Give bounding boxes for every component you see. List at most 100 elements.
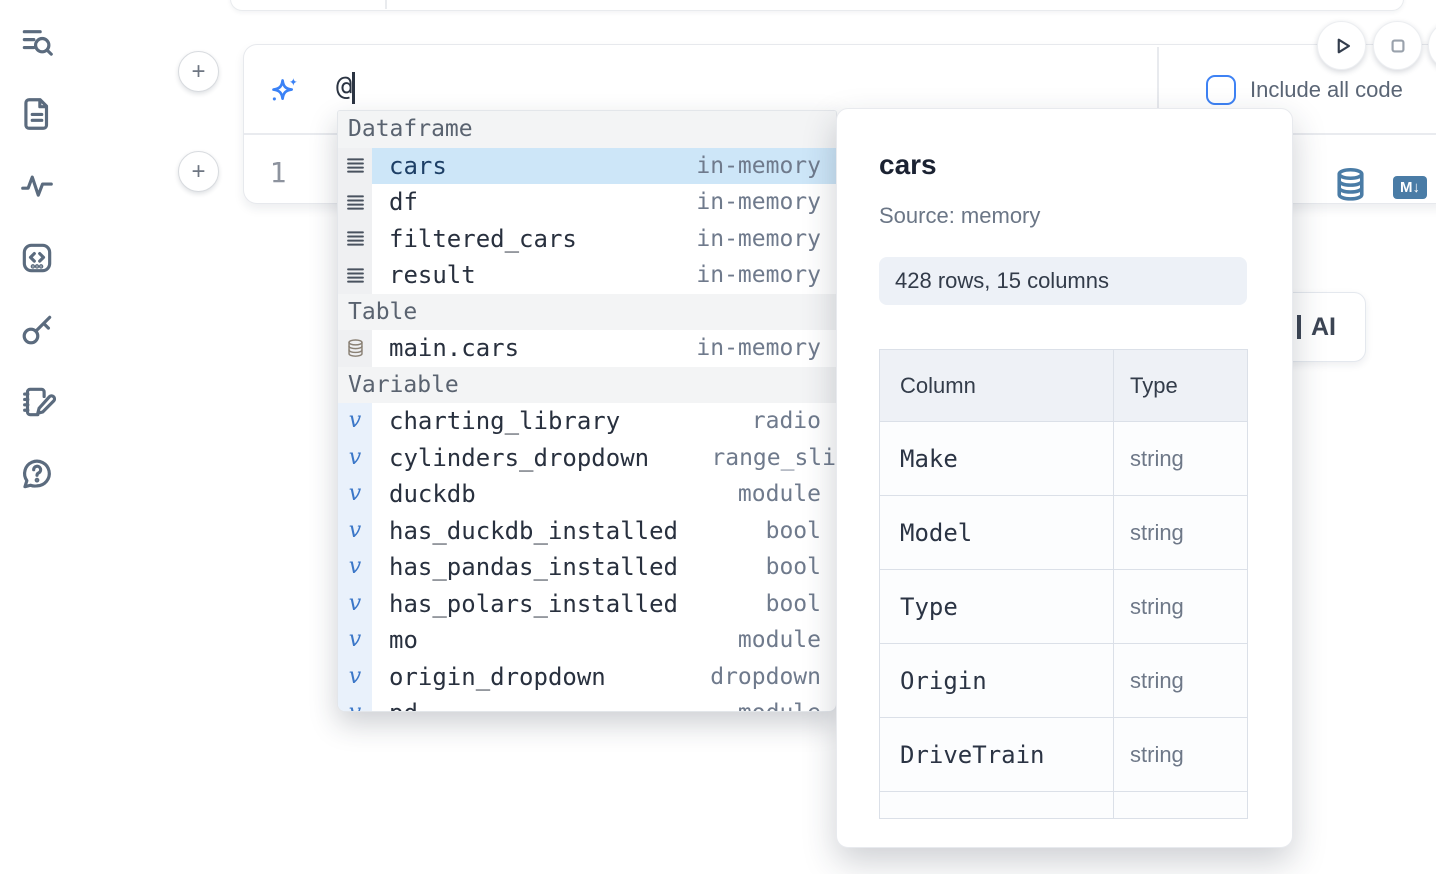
help-icon[interactable]	[17, 454, 57, 494]
autocomplete-item-type: dropdown	[710, 664, 836, 690]
scratchpad-icon[interactable]	[17, 382, 57, 422]
autocomplete-item-name: origin_dropdown	[389, 663, 606, 691]
autocomplete-item-type: in-memory	[696, 226, 836, 252]
variable-icon: v	[349, 702, 361, 712]
autocomplete-item[interactable]: filtered_carsin-memory	[338, 221, 836, 258]
table-icon	[338, 330, 372, 367]
variable-icon: v	[338, 622, 372, 659]
autocomplete-item-name: df	[389, 188, 418, 216]
schema-column-type	[1114, 792, 1247, 819]
include-all-code-toggle[interactable]: Include all code	[1206, 75, 1403, 105]
variable-icon: v	[349, 629, 361, 651]
autocomplete-item[interactable]: carsin-memory	[338, 148, 836, 185]
autocomplete-section-header: Dataframe	[338, 111, 836, 148]
autocomplete-item-type: in-memory	[696, 189, 836, 215]
schema-column-type: string	[1114, 496, 1247, 569]
autocomplete-item[interactable]: vhas_duckdb_installedbool	[338, 513, 836, 550]
variable-icon: v	[349, 520, 361, 542]
autocomplete-item-name: duckdb	[389, 480, 476, 508]
schema-table-row: Modelstring	[880, 496, 1247, 570]
add-cell-button[interactable]: +	[178, 151, 219, 192]
autocomplete-item-name: has_polars_installed	[389, 590, 678, 618]
autocomplete-item-name: has_pandas_installed	[389, 553, 678, 581]
dataframe-preview-panel: cars Source: memory 428 rows, 15 columns…	[836, 108, 1293, 848]
list-search-icon[interactable]	[17, 22, 57, 62]
key-icon[interactable]	[17, 310, 57, 350]
variable-icon: v	[338, 549, 372, 586]
autocomplete-item-type: in-memory	[696, 153, 836, 179]
dataframe-icon	[338, 257, 372, 294]
preview-shape-badge: 428 rows, 15 columns	[879, 257, 1247, 305]
schema-table-row: Typestring	[880, 570, 1247, 644]
dataframe-icon	[338, 184, 372, 221]
play-icon	[1329, 33, 1355, 59]
autocomplete-item-type: bool	[766, 554, 836, 580]
autocomplete-item[interactable]: resultin-memory	[338, 257, 836, 294]
document-icon[interactable]	[17, 94, 57, 134]
autocomplete-item-type: in-memory	[696, 335, 836, 361]
schema-column-type: string	[1114, 644, 1247, 717]
autocomplete-item[interactable]: vpdmodule	[338, 695, 836, 712]
autocomplete-item-type: module	[738, 481, 836, 507]
autocomplete-item-name: main.cars	[389, 334, 519, 362]
autocomplete-item[interactable]: df in-memory	[338, 184, 836, 221]
autocomplete-item[interactable]: main.cars in-memory	[338, 330, 836, 367]
autocomplete-item[interactable]: v has_pandas_installed bool	[338, 549, 836, 586]
autocomplete-item[interactable]: v origin_dropdown dropdown	[338, 659, 836, 696]
schema-column-name: DriveTrain	[880, 718, 1114, 791]
cell-actions: M↓	[1334, 167, 1427, 208]
schema-column-type: string	[1114, 570, 1247, 643]
autocomplete-item-name: charting_library	[389, 407, 620, 435]
autocomplete-item[interactable]: vcharting_libraryradio	[338, 403, 836, 440]
include-all-code-checkbox[interactable]	[1206, 75, 1236, 105]
autocomplete-item[interactable]: v cylinders_dropdown range_sli	[338, 440, 836, 477]
schema-table: ColumnTypeMakestringModelstringTypestrin…	[879, 349, 1248, 819]
schema-table-header-row: ColumnType	[880, 350, 1247, 422]
add-cell-button[interactable]: +	[178, 51, 219, 92]
ai-button-label: AI	[1311, 313, 1336, 342]
previous-cell-edge	[230, 0, 1404, 11]
autocomplete-item-type: module	[738, 627, 836, 653]
sparkles-icon	[267, 74, 301, 108]
autocomplete-item-name: cylinders_dropdown	[389, 444, 649, 472]
variable-icon: v	[349, 447, 361, 469]
variable-icon: v	[349, 556, 361, 578]
dataframe-icon	[338, 148, 372, 185]
autocomplete-item-name: pd	[389, 699, 418, 712]
stop-button[interactable]	[1373, 21, 1422, 70]
variable-icon: v	[338, 695, 372, 712]
preview-title: cars	[879, 149, 937, 181]
text-caret	[352, 72, 355, 104]
run-cell-button[interactable]	[1317, 21, 1366, 70]
previous-cell-gutter-divider	[385, 0, 387, 9]
clipped-label-fragment	[1297, 315, 1301, 339]
ai-prompt-input[interactable]: @	[336, 71, 352, 102]
autocomplete-section-header: Variable	[338, 367, 836, 404]
schema-column-name: Type	[880, 570, 1114, 643]
code-snippet-icon[interactable]	[17, 238, 57, 278]
include-all-code-label: Include all code	[1250, 77, 1403, 103]
variable-icon: v	[349, 666, 361, 688]
autocomplete-section-header: Table	[338, 294, 836, 331]
variable-icon: v	[338, 476, 372, 513]
autocomplete-item-name: mo	[389, 626, 418, 654]
schema-column-type: string	[1114, 422, 1247, 495]
activity-icon[interactable]	[17, 166, 57, 206]
autocomplete-item[interactable]: v has_polars_installed bool	[338, 586, 836, 623]
autocomplete-item[interactable]: v duckdb module	[338, 476, 836, 513]
database-icon[interactable]	[1334, 167, 1367, 208]
autocomplete-item-type: radio	[752, 408, 836, 434]
variable-icon: v	[349, 483, 361, 505]
autocomplete-item-type: bool	[766, 591, 836, 617]
markdown-export-icon[interactable]: M↓	[1393, 176, 1427, 199]
autocomplete-item-type: bool	[766, 518, 836, 544]
autocomplete-item[interactable]: v mo module	[338, 622, 836, 659]
autocomplete-item-type: range_sli	[711, 445, 836, 471]
schema-table-row	[880, 792, 1247, 819]
variable-icon: v	[338, 586, 372, 623]
schema-column-name	[880, 792, 1114, 819]
schema-table-row: Makestring	[880, 422, 1247, 496]
stop-icon	[1385, 33, 1411, 59]
autocomplete-dropdown: Dataframecarsin-memorydfin-memoryfiltere…	[337, 110, 837, 712]
schema-table-row: Originstring	[880, 644, 1247, 718]
